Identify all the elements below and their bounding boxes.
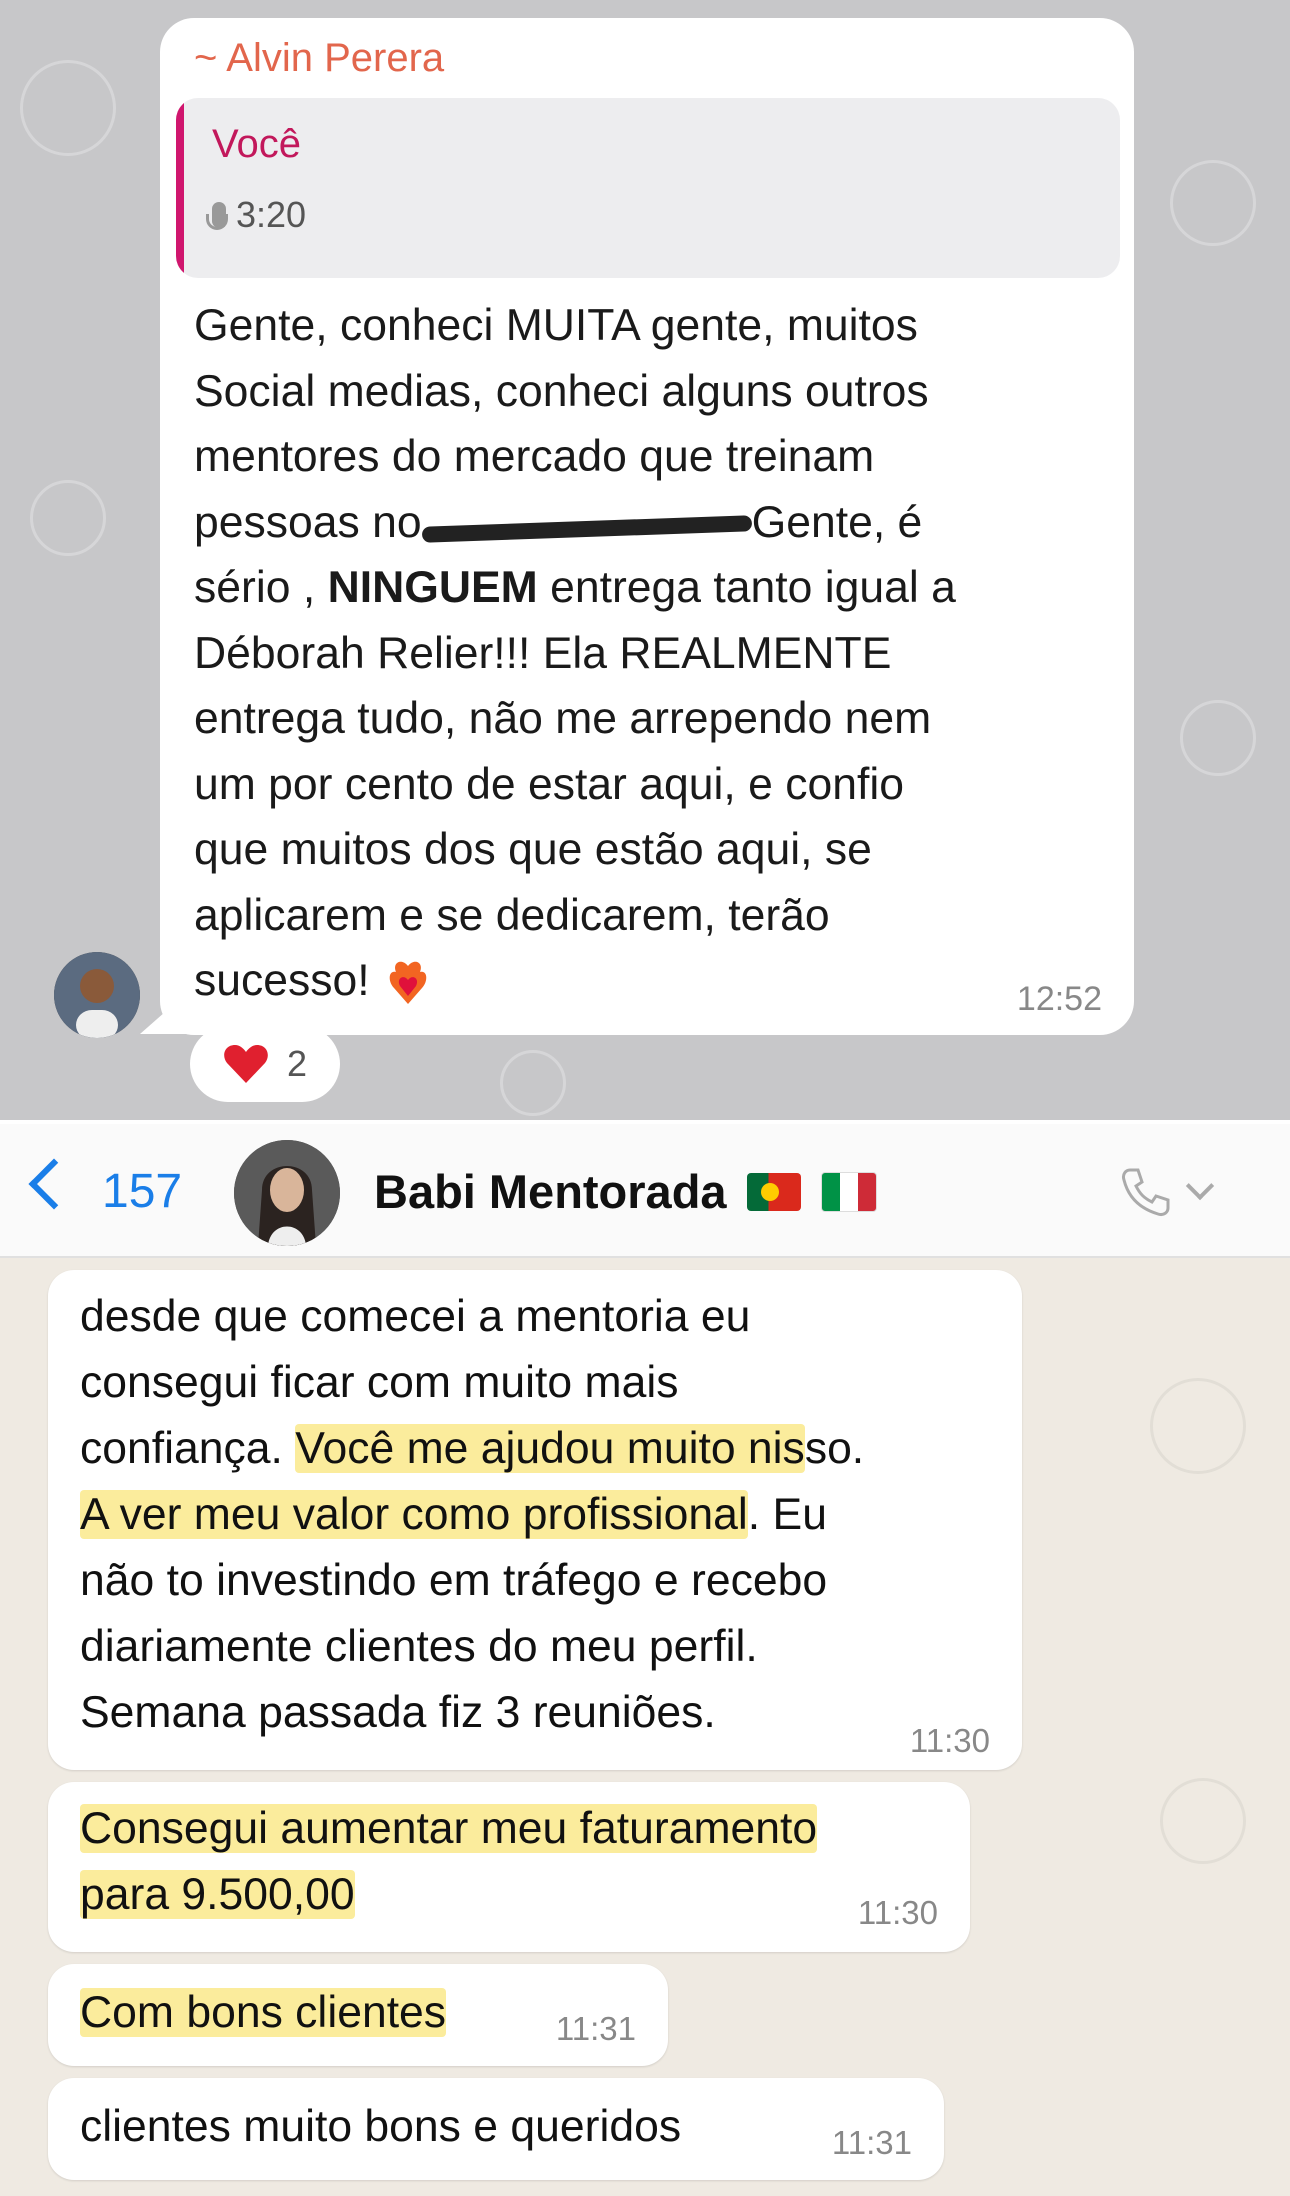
message-line: um por cento de estar aqui, e confio bbox=[194, 759, 904, 809]
message-text-part: . Eu bbox=[747, 1490, 827, 1539]
phone-call-icon[interactable] bbox=[1118, 1164, 1174, 1220]
highlighted-text: Com bons clientes bbox=[80, 1988, 447, 2037]
message-time: 11:30 bbox=[909, 1722, 990, 1759]
group-chat-screenshot: ~ Alvin Perera Você 3:20 Gente, conheci … bbox=[0, 0, 1290, 1120]
message-line: mentores do mercado que treinam bbox=[194, 432, 875, 481]
back-chevron-icon[interactable] bbox=[28, 1158, 80, 1210]
contact-name: Babi Mentorada bbox=[374, 1165, 727, 1218]
microphone-icon bbox=[206, 202, 228, 230]
portugal-flag-icon bbox=[746, 1172, 801, 1211]
sender-name[interactable]: ~ Alvin Perera bbox=[194, 36, 444, 81]
wallpaper-doodle bbox=[30, 480, 106, 556]
message-line: Semana passada fiz 3 reuniões. bbox=[80, 1688, 716, 1737]
message-time: 11:31 bbox=[555, 2010, 636, 2047]
message-text: Consegui aumentar meu faturamento para 9… bbox=[80, 1796, 818, 1928]
message-bubble[interactable]: ~ Alvin Perera Você 3:20 Gente, conheci … bbox=[160, 18, 1134, 1035]
message-line: A ver meu valor como profissional. Eu bbox=[80, 1482, 1000, 1548]
message-line: entrega tudo, não me arrependo nem bbox=[194, 694, 932, 743]
wallpaper-doodle bbox=[1150, 1378, 1246, 1474]
message-text-part: pessoas no bbox=[194, 497, 422, 547]
highlighted-text: A ver meu valor como profissional bbox=[80, 1490, 748, 1539]
chevron-down-icon[interactable] bbox=[1185, 1171, 1215, 1201]
reaction-badge[interactable]: 2 bbox=[190, 1026, 340, 1102]
wallpaper-doodle bbox=[500, 1050, 566, 1116]
message-text-part: entrega tanto igual a bbox=[550, 563, 956, 612]
message-line: Consegui aumentar meu faturamento bbox=[80, 1796, 818, 1862]
message-line: desde que comecei a mentoria eu bbox=[80, 1292, 751, 1341]
wallpaper-doodle bbox=[20, 60, 116, 156]
message-line: Déborah Relier!!! Ela REALMENTE bbox=[194, 628, 892, 678]
message-line: para 9.500,00 bbox=[80, 1862, 817, 1928]
person-avatar-icon bbox=[234, 1140, 340, 1246]
chat-header: 157 Babi Mentorada bbox=[0, 1124, 1290, 1258]
chat-messages: desde que comecei a mentoria eu consegui… bbox=[0, 1258, 1290, 2196]
quote-audio: 3:20 bbox=[206, 194, 307, 236]
contact-title[interactable]: Babi Mentorada bbox=[374, 1164, 877, 1219]
bold-text: NINGUEM bbox=[327, 563, 538, 612]
message-line: pessoas no Gente, é bbox=[194, 490, 1104, 556]
highlighted-text: Você me ajudou muito nis bbox=[295, 1424, 805, 1473]
message-bubble[interactable]: desde que comecei a mentoria eu consegui… bbox=[48, 1270, 1022, 1770]
message-line: não to investindo em tráfego e recebo bbox=[80, 1556, 828, 1605]
message-line: Gente, conheci MUITA gente, muitos bbox=[194, 301, 918, 350]
message-line: que muitos dos que estão aqui, se bbox=[194, 825, 872, 874]
message-line: aplicarem e se dedicarem, terão bbox=[194, 890, 830, 940]
quote-author: Você bbox=[212, 122, 301, 166]
person-avatar-icon bbox=[54, 952, 140, 1038]
wallpaper-doodle bbox=[1160, 1778, 1246, 1864]
back-count[interactable]: 157 bbox=[102, 1164, 182, 1219]
highlighted-text: Consegui aumentar meu faturamento bbox=[80, 1804, 818, 1853]
message-text-part: confiança. bbox=[80, 1424, 283, 1473]
message-time: 11:31 bbox=[831, 2124, 912, 2161]
reaction-count: 2 bbox=[286, 1043, 308, 1084]
message-line: sucesso! bbox=[194, 948, 1104, 1014]
message-text: Com bons clientes bbox=[80, 1980, 447, 2046]
heart-on-fire-icon bbox=[389, 961, 426, 1005]
avatar[interactable] bbox=[54, 952, 140, 1038]
message-line: confiança. Você me ajudou muito nisso. bbox=[80, 1416, 1000, 1482]
message-bubble[interactable]: clientes muito bons e queridos 11:31 bbox=[48, 2078, 944, 2180]
quoted-message[interactable]: Você 3:20 bbox=[176, 98, 1120, 278]
heart-icon bbox=[224, 1045, 268, 1083]
message-text-part: Gente, é bbox=[751, 497, 923, 547]
audio-duration: 3:20 bbox=[236, 194, 307, 235]
italy-flag-icon bbox=[820, 1171, 877, 1212]
message-text-part: sucesso! bbox=[194, 956, 370, 1005]
message-line: sério , NINGUEM entrega tanto igual a bbox=[194, 555, 1104, 621]
message-text: desde que comecei a mentoria eu consegui… bbox=[80, 1284, 1000, 1746]
quote-bar bbox=[176, 98, 184, 278]
wallpaper-doodle bbox=[1180, 700, 1256, 776]
message-line: Social medias, conheci alguns outros bbox=[194, 366, 929, 416]
message-text-part: sério , bbox=[194, 563, 316, 612]
message-bubble[interactable]: Com bons clientes 11:31 bbox=[48, 1964, 668, 2066]
message-time: 12:52 bbox=[1016, 980, 1102, 1018]
message-text: Gente, conheci MUITA gente, muitos Socia… bbox=[194, 293, 1104, 1014]
contact-avatar[interactable] bbox=[234, 1140, 340, 1246]
message-text: clientes muito bons e queridos bbox=[80, 2102, 682, 2151]
highlighted-text: para 9.500,00 bbox=[80, 1870, 355, 1919]
redaction-scribble bbox=[421, 511, 752, 543]
message-line: consegui ficar com muito mais bbox=[80, 1358, 679, 1407]
message-text-part: so. bbox=[804, 1424, 865, 1473]
message-bubble[interactable]: Consegui aumentar meu faturamento para 9… bbox=[48, 1782, 970, 1952]
message-line: diariamente clientes do meu perfil. bbox=[80, 1622, 758, 1671]
wallpaper-doodle bbox=[1170, 160, 1256, 246]
message-time: 11:30 bbox=[857, 1894, 938, 1931]
